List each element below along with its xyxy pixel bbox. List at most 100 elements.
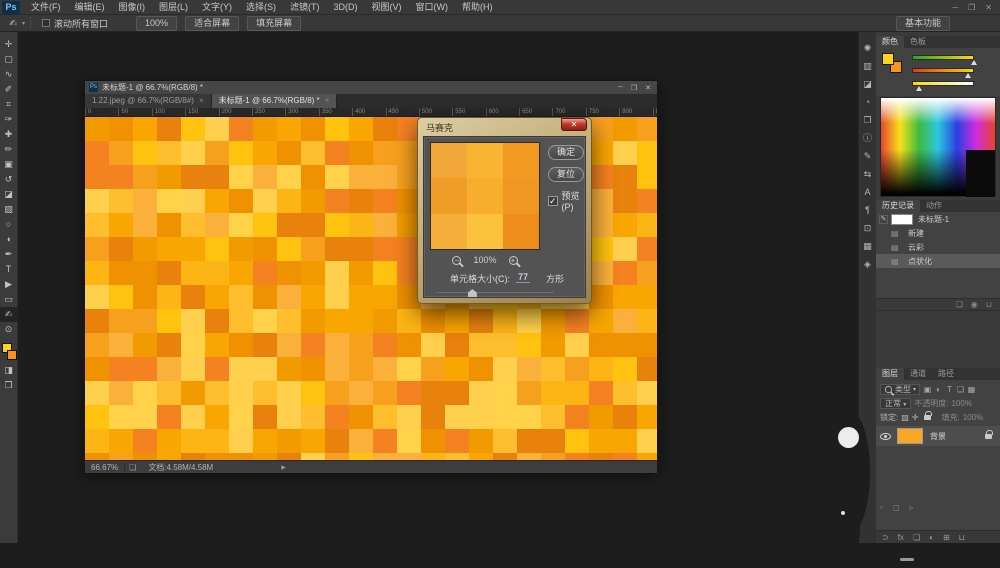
blue-slider[interactable] (912, 78, 990, 91)
history-snapshot-row[interactable]: ✎ 未标题-1 (876, 212, 1000, 226)
history-item-新建[interactable]: ▤新建 (876, 226, 1000, 240)
layer-mask-mini-icon[interactable]: ▹ (909, 503, 913, 512)
paragraph-icon[interactable]: ¶ (859, 202, 877, 220)
move-tool[interactable]: ✛ (0, 37, 18, 52)
histogram-icon[interactable]: ▥ (859, 58, 877, 76)
info-icon[interactable]: ⓘ (859, 130, 877, 148)
delete-layer-icon[interactable]: ⊔ (959, 533, 965, 542)
filter-type-layers-icon[interactable]: T (944, 385, 955, 394)
preview-checkbox[interactable]: ✓ (548, 196, 558, 206)
color-tab-颜色[interactable]: 颜色 (876, 36, 904, 48)
menu-item-窗口(W)[interactable]: 窗口(W) (409, 0, 456, 15)
layer-filter-kind-dropdown[interactable]: 类型 ▾ (880, 384, 920, 395)
menu-item-图层(L)[interactable]: 图层(L) (152, 0, 195, 15)
paragraph-styles-icon[interactable]: ▦ (859, 238, 877, 256)
brush-tool[interactable]: ✏ (0, 142, 18, 157)
lock-all-icon[interactable] (924, 415, 931, 420)
crop-tool[interactable]: ⌗ (0, 97, 18, 112)
zoom-out-icon[interactable]: − (452, 256, 461, 265)
scroll-all-windows-checkbox[interactable] (42, 19, 50, 27)
navigator-icon[interactable]: ◔ (859, 94, 877, 112)
document-titlebar[interactable]: Ps 未标题-1 @ 66.7%(RGB/8) * ─ ❐ ✕ (85, 81, 657, 94)
adjustment-layer-icon[interactable]: ◐ (929, 533, 934, 542)
black-swatch[interactable] (966, 150, 995, 197)
cell-size-value[interactable]: 77 (516, 272, 530, 283)
properties-icon[interactable]: ◈ (859, 256, 877, 274)
path-selection-tool[interactable]: ▶ (0, 277, 18, 292)
scrollbar-dash[interactable] (900, 558, 914, 561)
document-tab-0[interactable]: 1.22.jpeg @ 66.7%(RGB/8#)× (85, 94, 212, 108)
layers-tab-图层[interactable]: 图层 (876, 368, 904, 380)
clone-source-icon[interactable]: ❐ (859, 112, 877, 130)
layer-visibility-eye-icon[interactable] (880, 433, 891, 440)
brush-presets-icon[interactable]: ⇆ (859, 166, 877, 184)
filter-shape-layers-icon[interactable]: ❏ (955, 385, 966, 394)
close-button[interactable]: ✕ (985, 3, 992, 12)
zoom-in-icon[interactable]: + (509, 256, 518, 265)
layers-tab-路径[interactable]: 路径 (932, 368, 960, 380)
filter-adjustment-layers-icon[interactable]: ◐ (933, 385, 944, 394)
lock-position-icon[interactable]: ✛ (912, 413, 919, 422)
new-snapshot-icon[interactable]: ◉ (971, 300, 978, 309)
background-layer-row[interactable]: 背景 (876, 426, 1000, 446)
new-document-from-state-icon[interactable]: ❏ (956, 300, 963, 309)
status-arrow-icon[interactable]: ▶ (281, 464, 286, 471)
eyedropper-tool[interactable]: ✑ (0, 112, 18, 127)
zoom-tool[interactable]: ⊙ (0, 322, 18, 337)
hand-tool-preset-icon[interactable]: ✍ (4, 16, 22, 31)
layer-mask-icon[interactable]: ❏ (913, 533, 920, 542)
healing-brush-tool[interactable]: ✚ (0, 127, 18, 142)
restore-button[interactable]: ❐ (968, 3, 975, 12)
filter-smart-objects-icon[interactable]: ▦ (966, 385, 977, 394)
menu-item-文件(F)[interactable]: 文件(F) (24, 0, 68, 15)
zoom-100-button[interactable]: 100% (136, 16, 177, 31)
menu-item-帮助(H)[interactable]: 帮助(H) (455, 0, 500, 15)
layer-style-icon[interactable]: fx (898, 533, 904, 542)
lasso-tool[interactable]: ∿ (0, 67, 18, 82)
cell-size-slider[interactable] (436, 289, 554, 297)
clone-stamp-tool[interactable]: ▣ (0, 157, 18, 172)
link-layers-icon[interactable]: ⊃ (882, 533, 889, 542)
history-tab-动作[interactable]: 动作 (920, 200, 948, 212)
menu-item-视图(V)[interactable]: 视图(V) (365, 0, 409, 15)
layer-thumbnail[interactable] (897, 428, 923, 444)
fill-value[interactable]: 100% (963, 413, 983, 422)
fill-screen-button[interactable]: 填充屏幕 (247, 16, 301, 31)
type-tool[interactable]: T (0, 262, 18, 277)
doc-minimize-button[interactable]: ─ (618, 84, 623, 92)
dialog-close-button[interactable]: ✕ (561, 118, 587, 131)
blue-slider-handle[interactable] (916, 86, 922, 91)
background-color-swatch[interactable] (7, 350, 17, 360)
pen-tool[interactable]: ✒ (0, 247, 18, 262)
character-styles-icon[interactable]: ⊡ (859, 220, 877, 238)
dodge-tool[interactable]: ◖ (0, 232, 18, 247)
brush-panel-icon[interactable]: ✎ (859, 148, 877, 166)
fit-screen-button[interactable]: 适合屏幕 (185, 16, 239, 31)
tab-close-icon[interactable]: × (325, 96, 330, 105)
color-tab-色板[interactable]: 色板 (904, 36, 932, 48)
history-item-云彩[interactable]: ▤云彩 (876, 240, 1000, 254)
quick-mask-button[interactable]: ◨ (0, 363, 18, 378)
new-group-icon[interactable]: ⊞ (943, 533, 950, 542)
minimize-button[interactable]: ─ (952, 3, 958, 12)
history-tab-历史记录[interactable]: 历史记录 (876, 200, 920, 212)
blur-tool[interactable]: ○ (0, 217, 18, 232)
menu-item-图像(I)[interactable]: 图像(I) (112, 0, 153, 15)
filter-pixel-layers-icon[interactable]: ▣ (922, 385, 933, 394)
eraser-tool[interactable]: ◪ (0, 187, 18, 202)
green-slider[interactable] (912, 65, 990, 78)
foreground-color-swatch[interactable] (882, 53, 894, 65)
slider-handle[interactable] (468, 289, 477, 297)
history-item-点状化[interactable]: ▤点状化 (876, 254, 1000, 268)
tab-close-icon[interactable]: × (199, 96, 204, 105)
marquee-tool[interactable]: ▢ (0, 52, 18, 67)
menu-item-编辑(E)[interactable]: 编辑(E) (68, 0, 112, 15)
menu-item-滤镜(T)[interactable]: 滤镜(T) (283, 0, 327, 15)
styles-icon[interactable]: ◪ (859, 76, 877, 94)
character-icon[interactable]: A (859, 184, 877, 202)
menu-item-文字(Y)[interactable]: 文字(Y) (195, 0, 239, 15)
opacity-value[interactable]: 100% (951, 399, 971, 408)
history-brush-tool[interactable]: ↺ (0, 172, 18, 187)
history-brush-source-icon[interactable]: ✎ (879, 215, 888, 224)
menu-item-3D(D)[interactable]: 3D(D) (327, 0, 365, 15)
